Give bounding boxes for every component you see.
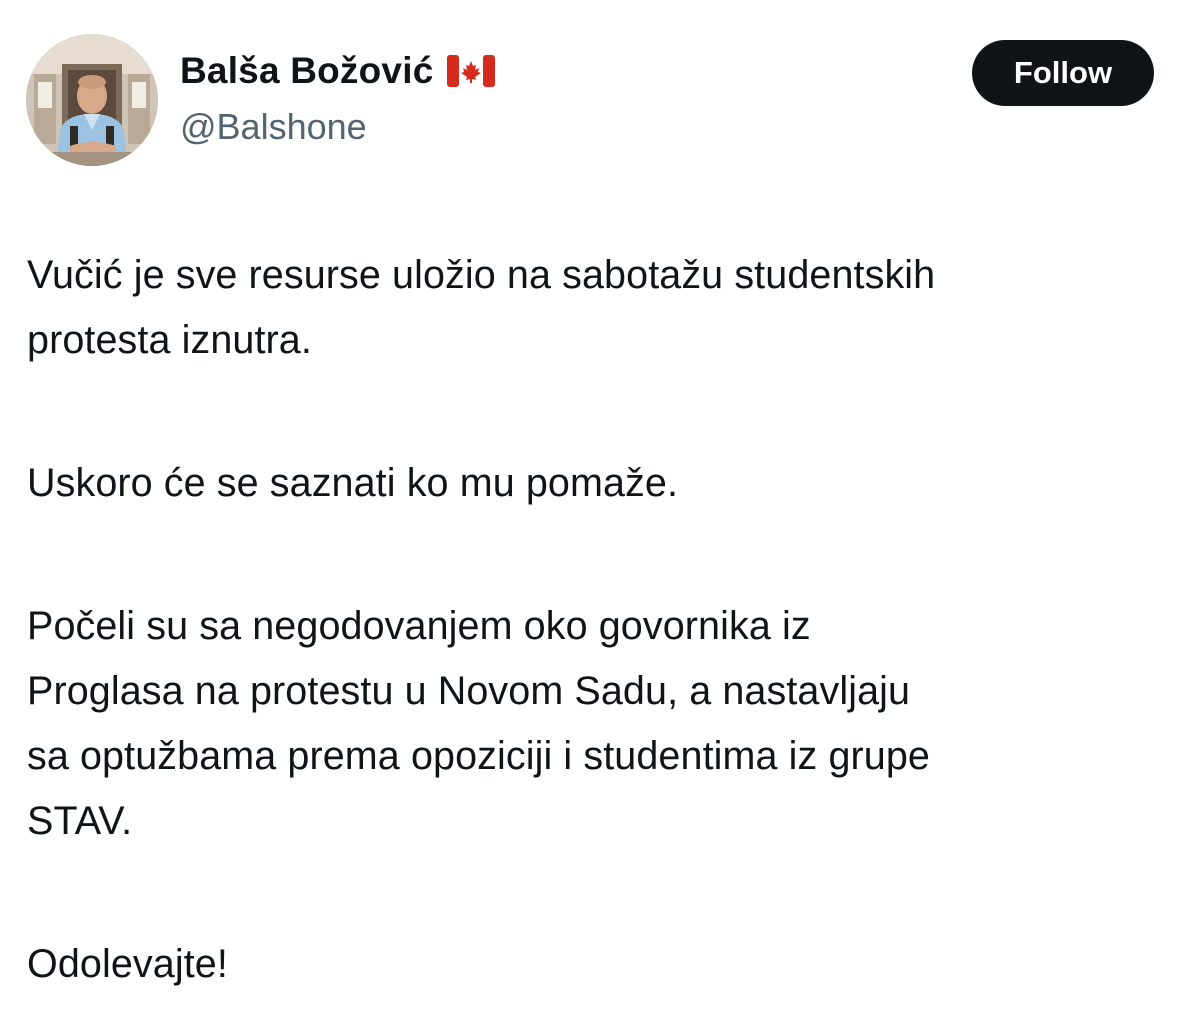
display-name-row: Balša Božović [180, 46, 496, 96]
tweet-paragraph: Odolevajte! [27, 942, 228, 986]
tweet-paragraph: Uskoro će se saznati ko mu pomaže. [27, 461, 679, 505]
tweet-header: Balša Božović @Balshone Follow [26, 34, 1156, 168]
tweet-text: Vučić je sve resurse uložio na sabotažu … [27, 243, 1187, 997]
author-names: Balša Božović @Balshone [180, 46, 496, 148]
tweet-paragraph: Počeli su sa negodovanjem oko govornika … [27, 604, 930, 843]
tweet-card: Balša Božović @Balshone Follow Vučić je … [0, 0, 1200, 1023]
follow-button[interactable]: Follow [972, 40, 1154, 106]
author-handle[interactable]: @Balshone [180, 106, 495, 148]
profile-photo-icon [26, 34, 158, 166]
canada-flag-icon [447, 55, 496, 87]
avatar[interactable] [26, 34, 158, 166]
display-name[interactable]: Balša Božović [180, 50, 433, 92]
tweet-paragraph: Vučić je sve resurse uložio na sabotažu … [27, 253, 936, 362]
